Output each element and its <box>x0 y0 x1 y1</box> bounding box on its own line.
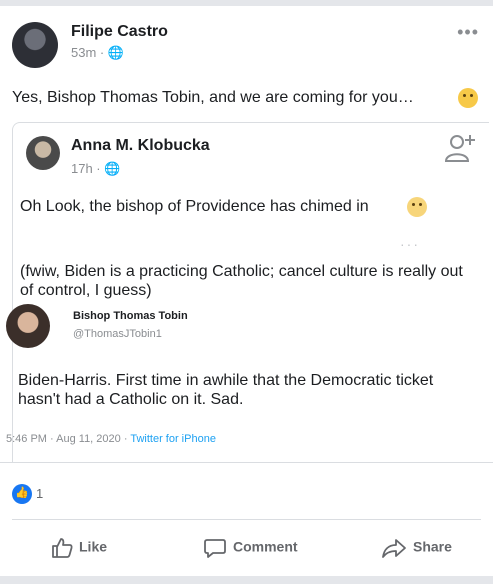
shared-author-name[interactable]: Anna M. Klobucka <box>71 137 210 155</box>
tweet-timestamp: 5:46 PM · Aug 11, 2020 · <box>6 433 131 445</box>
post-timestamp[interactable]: 53m · 🌐 <box>71 45 124 61</box>
tweet-text: Biden-Harris. First time in awhile that … <box>18 372 434 408</box>
more-options-icon[interactable]: ••• <box>457 22 479 43</box>
divider <box>0 462 493 463</box>
author-name[interactable]: Filipe Castro <box>71 23 168 41</box>
reaction-count: 1 <box>36 486 44 501</box>
tweet-author-name: Bishop Thomas Tobin <box>73 310 188 322</box>
smile-emoji-icon <box>458 88 478 108</box>
share-icon <box>382 539 406 558</box>
tweet-avatar <box>6 304 50 348</box>
avatar[interactable] <box>12 22 58 68</box>
tweet-handle: @ThomasJTobin1 <box>73 328 162 340</box>
like-reaction-icon <box>12 484 32 504</box>
comment-label: Comment <box>233 538 298 555</box>
like-button[interactable]: Like <box>51 537 107 559</box>
thumbs-up-icon <box>52 538 73 558</box>
share-label: Share <box>413 538 452 555</box>
comment-button[interactable]: Comment <box>203 537 298 559</box>
eye-roll-emoji-icon <box>407 197 427 217</box>
shared-post-text: Oh Look, the bishop of Providence has ch… <box>20 198 369 215</box>
shared-post-text-2: (fwiw, Biden is a practicing Catholic; c… <box>20 263 463 299</box>
comment-icon <box>204 539 226 558</box>
tweet-source: Twitter for iPhone <box>130 433 216 445</box>
shared-avatar[interactable] <box>26 136 60 170</box>
share-button[interactable]: Share <box>381 537 452 559</box>
post-text: Yes, Bishop Thomas Tobin, and we are com… <box>12 89 414 106</box>
add-friend-icon[interactable] <box>443 131 477 165</box>
faint-more-icon: ··· <box>400 236 420 252</box>
divider <box>12 519 481 520</box>
shared-post-timestamp[interactable]: 17h · 🌐 <box>71 161 120 177</box>
tweet-meta: 5:46 PM · Aug 11, 2020 · Twitter for iPh… <box>6 433 216 445</box>
like-label: Like <box>79 538 108 555</box>
